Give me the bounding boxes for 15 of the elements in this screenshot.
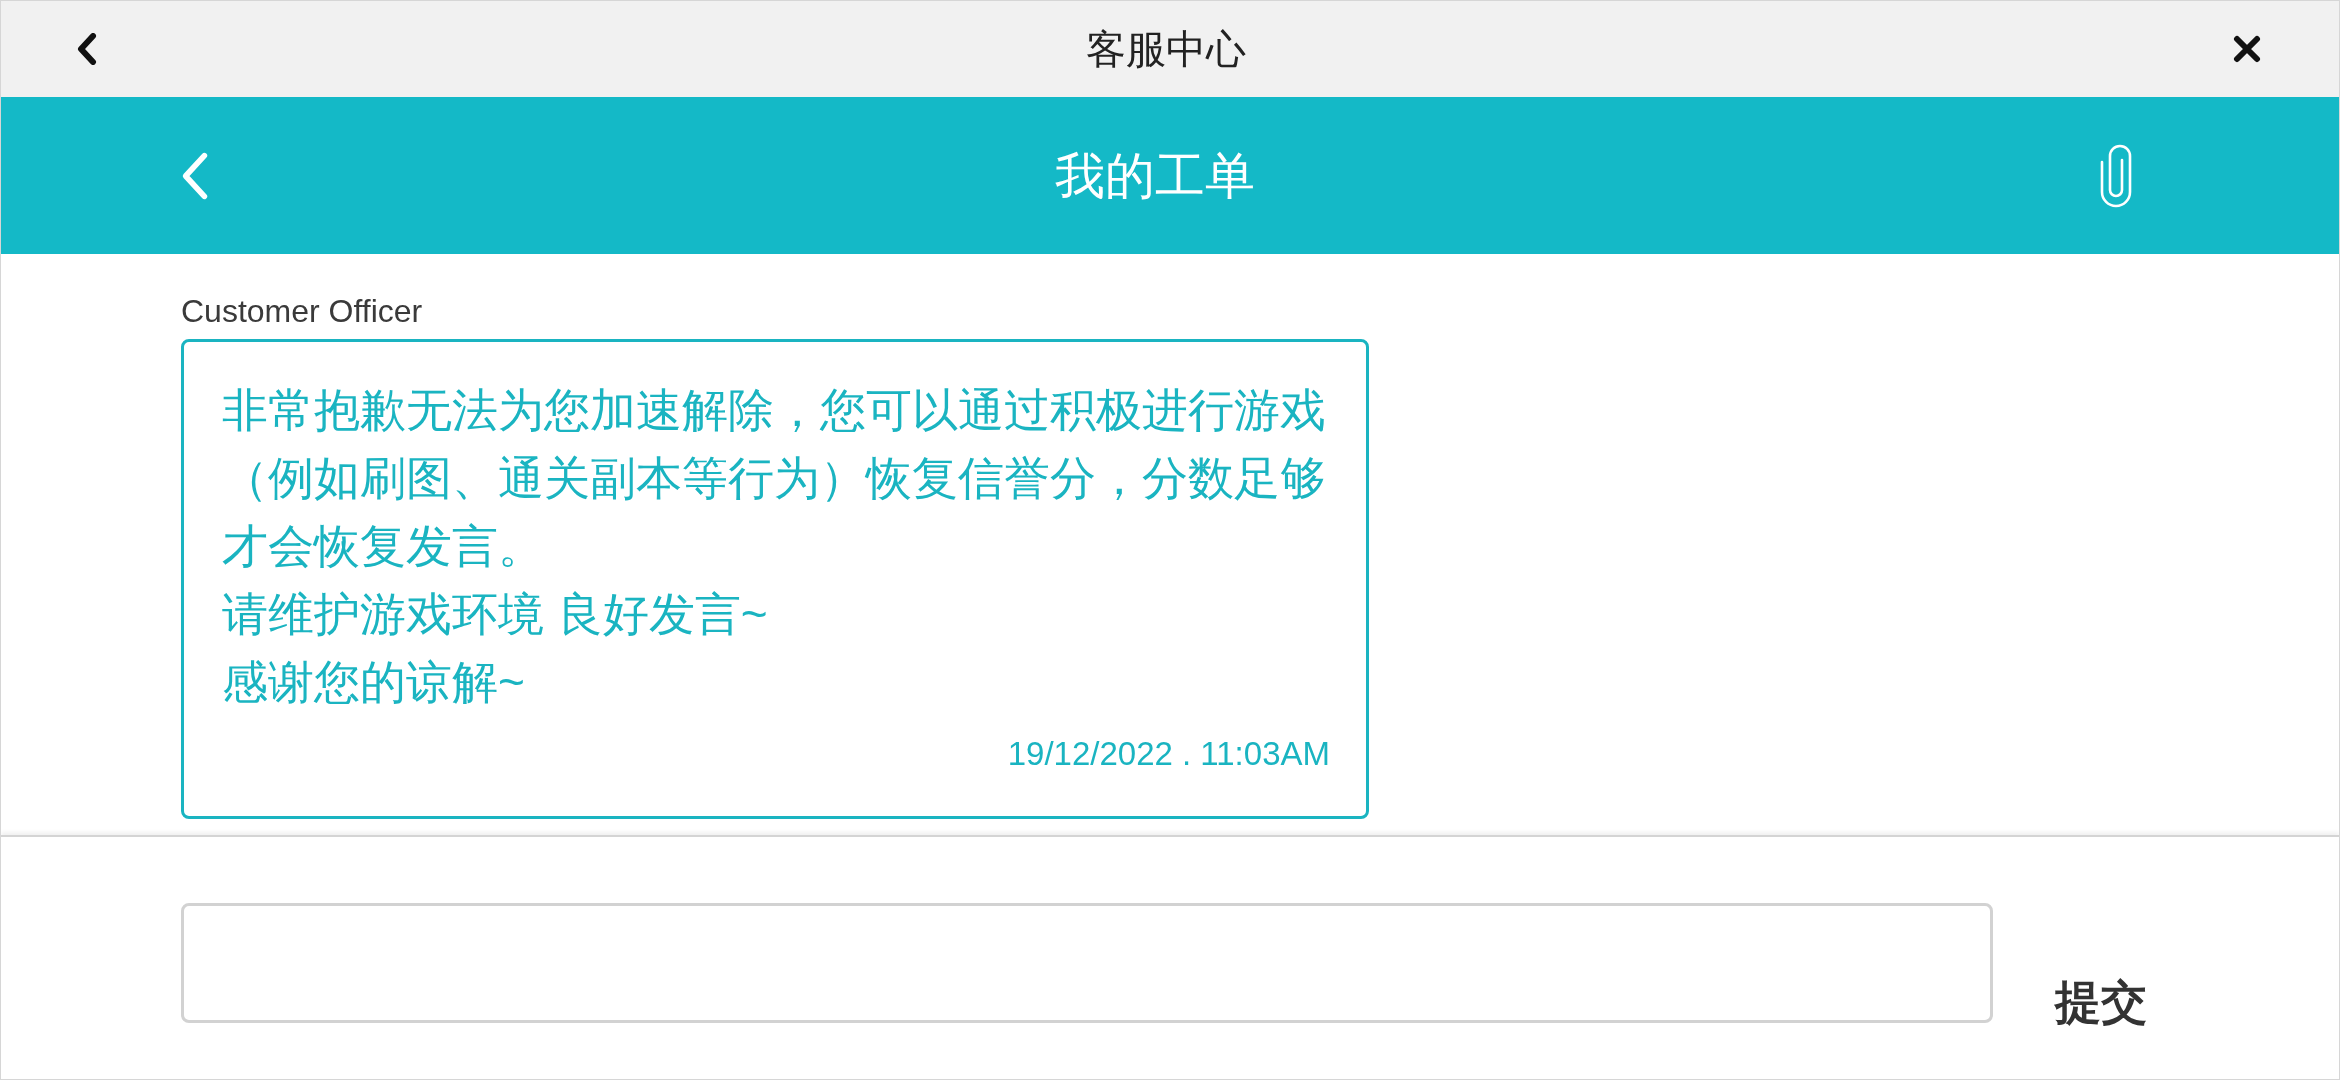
page-title: 我的工单 <box>1055 150 1255 201</box>
window-title: 客服中心 <box>1086 29 1246 69</box>
sender-name: Customer Officer <box>181 293 423 329</box>
back-button[interactable] <box>75 33 99 65</box>
message-time: 19/12/2022 . 11:03AM <box>1007 736 1330 772</box>
close-button[interactable] <box>2233 35 2261 63</box>
paperclip-icon <box>2099 143 2133 208</box>
message-text: 感谢您的谅解~ <box>222 655 526 710</box>
submit-button[interactable]: 提交 <box>2055 979 2147 1025</box>
close-icon <box>2233 35 2261 63</box>
message-input[interactable] <box>181 903 1993 1023</box>
chevron-left-icon <box>75 33 99 65</box>
message-text: 非常抱歉无法为您加速解除，您可以通过积极进行游戏（例如刷图、通关副本等行为）恢复信誉分，分数足够才会恢复发言。 <box>222 383 1327 574</box>
message-text: 请维护游戏环境 良好发言~ <box>222 587 769 642</box>
attach-button[interactable] <box>2099 143 2133 208</box>
